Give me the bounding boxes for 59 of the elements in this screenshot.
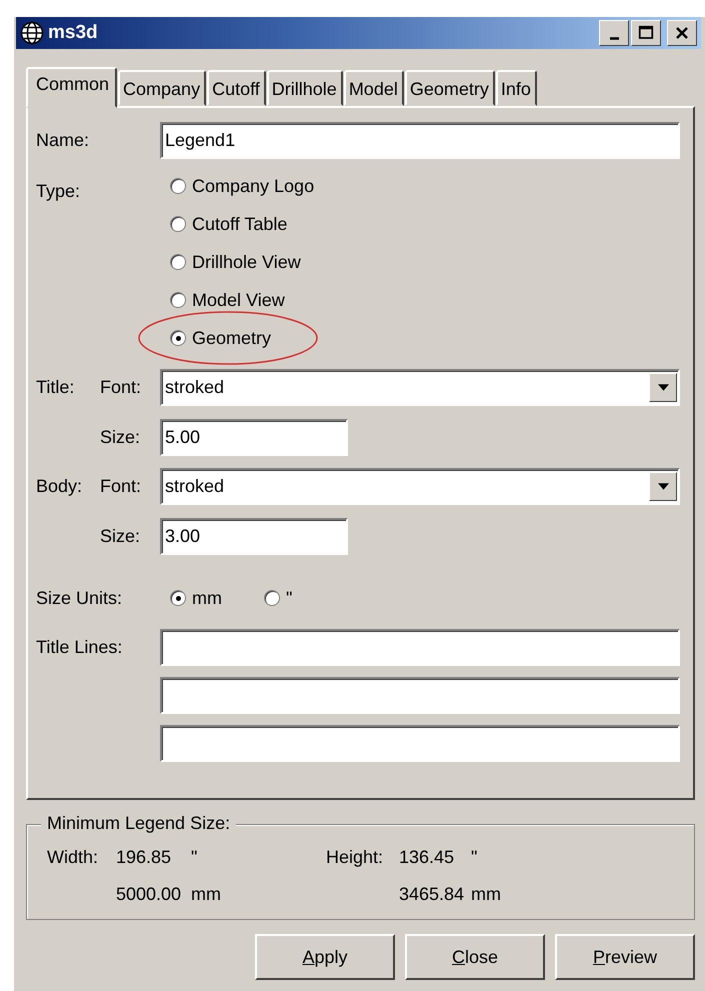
radio-option[interactable]: Drillhole View [170, 252, 301, 272]
radio-option[interactable]: Model View [170, 290, 285, 310]
field-label: Width: [47, 847, 98, 868]
field-label: Height: [326, 847, 384, 868]
tab[interactable]: Drillhole [266, 70, 343, 106]
tab[interactable]: Company [118, 70, 206, 106]
field-label: Title: [36, 377, 76, 398]
tab[interactable]: Info [496, 70, 537, 106]
tab[interactable]: Common [26, 67, 118, 108]
minimize-button[interactable] [599, 20, 629, 46]
dialog-button[interactable]: Close [405, 934, 545, 980]
title-line-field[interactable] [160, 677, 680, 714]
unit-text: " [191, 847, 198, 868]
globe-icon [20, 21, 44, 45]
radio-button[interactable] [170, 178, 186, 194]
radio-option[interactable]: " [264, 588, 292, 608]
field-label: Name: [36, 130, 90, 151]
radio-option[interactable]: mm [170, 588, 222, 608]
radio-button[interactable] [264, 590, 280, 606]
unit-text: " [471, 847, 478, 868]
group-title: Minimum Legend Size: [41, 813, 236, 834]
tab[interactable]: Geometry [404, 70, 495, 106]
radio-button[interactable] [170, 590, 186, 606]
field-label: Size: [100, 427, 142, 448]
close-button[interactable] [667, 20, 697, 46]
value-text: 3465.84 [399, 884, 464, 905]
field-label: Title Lines: [36, 636, 124, 659]
tab[interactable]: Model [344, 70, 404, 106]
field-label: Size: [100, 526, 142, 547]
minimize-icon [610, 36, 618, 40]
font-dropdown[interactable]: stroked [160, 369, 680, 406]
title-line-field[interactable] [160, 725, 680, 762]
field-label: Type: [36, 180, 82, 203]
radio-button[interactable] [170, 254, 186, 270]
value-text: 136.45 [399, 847, 454, 868]
name-field[interactable]: Legend1 [160, 122, 680, 159]
value-text: 196.85 [116, 847, 172, 868]
field-label: Font: [100, 377, 142, 398]
window-title: ms3d [48, 22, 98, 44]
radio-option[interactable]: Company Logo [170, 176, 314, 196]
radio-button[interactable] [170, 292, 186, 308]
radio-button[interactable] [170, 330, 186, 346]
maximize-icon [636, 24, 656, 42]
tab[interactable]: Cutoff [207, 70, 266, 106]
size-field[interactable]: 3.00 [160, 518, 348, 555]
field-label: Font: [100, 476, 142, 497]
dialog-button[interactable]: Apply [255, 934, 395, 980]
maximize-button[interactable] [631, 20, 661, 46]
title-line-field[interactable] [160, 629, 680, 666]
size-field[interactable]: 5.00 [160, 419, 348, 456]
radio-button[interactable] [170, 216, 186, 232]
unit-text: mm [471, 884, 501, 905]
field-label: Size Units: [36, 588, 124, 608]
unit-text: mm [191, 884, 221, 905]
field-label: Body: [36, 476, 84, 497]
value-text: 5000.00 [116, 884, 182, 905]
dialog-button[interactable]: Preview [555, 934, 695, 980]
font-dropdown[interactable]: stroked [160, 468, 680, 505]
radio-option[interactable]: Cutoff Table [170, 214, 288, 234]
